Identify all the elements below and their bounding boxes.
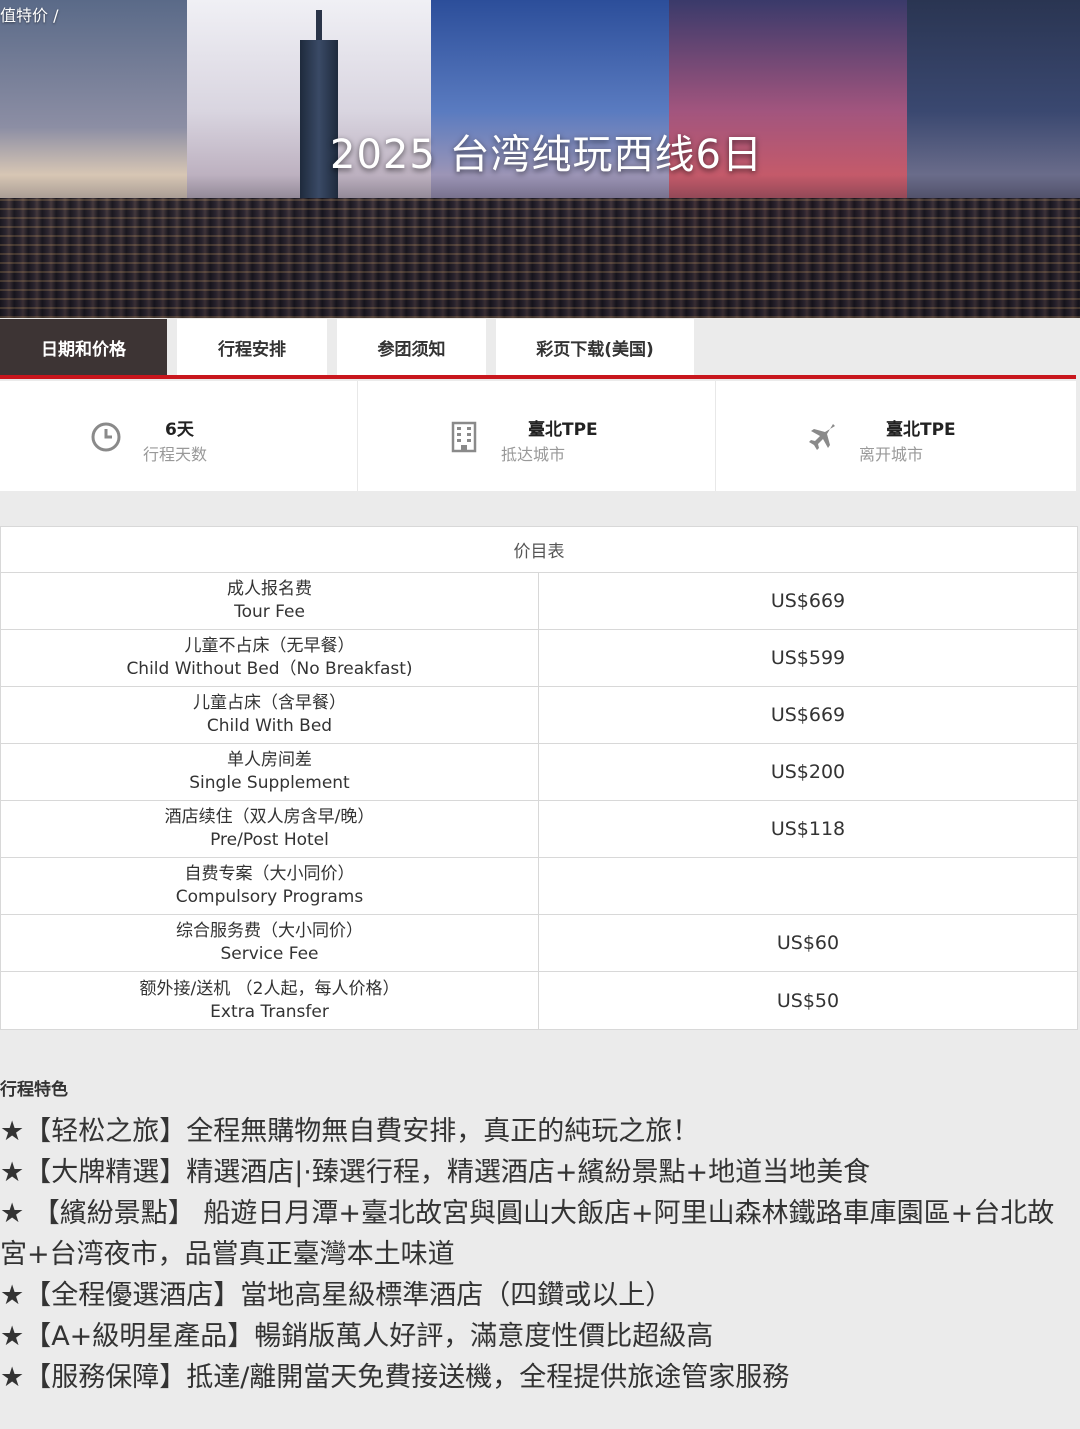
info-days: 6天 行程天数 bbox=[0, 381, 358, 491]
price-item-name-en: Service Fee bbox=[220, 944, 319, 964]
price-value: US$118 bbox=[770, 818, 846, 840]
price-item-name-cn: 儿童不占床（无早餐） bbox=[184, 636, 355, 656]
list-item: ★【A+級明星產品】暢銷版萬人好評，滿意度性價比超級高 bbox=[0, 1321, 714, 1352]
price-item-name: 酒店续住（双人房含早/晚） Pre/Post Hotel bbox=[1, 801, 539, 857]
price-value: US$60 bbox=[776, 932, 840, 954]
clock-icon bbox=[91, 422, 121, 452]
price-item-name-en: Single Supplement bbox=[189, 773, 350, 793]
price-item-name-cn: 单人房间差 bbox=[227, 750, 312, 770]
list-item: ★ 【繽紛景點】 船遊日月潭+臺北故宮與圓山大飯店+阿里山森林鐵路車庫園區+台北… bbox=[0, 1198, 1055, 1270]
trip-days-label: 行程天数 bbox=[143, 445, 208, 464]
price-item-name: 成人报名费 Tour Fee bbox=[1, 573, 539, 629]
price-value bbox=[539, 858, 1077, 914]
tab-dates-prices[interactable]: 日期和价格 bbox=[0, 319, 167, 375]
price-item-name-en: Tour Fee bbox=[234, 602, 305, 622]
list-item: ★【大牌精選】精選酒店|·臻選行程，精選酒店+繽紛景點+地道当地美食 bbox=[0, 1157, 871, 1188]
tab-brochure-download[interactable]: 彩页下载(美国) bbox=[496, 319, 694, 375]
price-item-name-cn: 酒店续住（双人房含早/晚） bbox=[164, 807, 375, 827]
price-item-name-cn: 儿童占床（含早餐） bbox=[193, 693, 346, 713]
departure-city-value: 臺北TPE bbox=[886, 420, 956, 440]
price-item-name-cn: 综合服务费（大小同价） bbox=[176, 921, 363, 941]
price-item-name: 额外接/送机 （2人起，每人价格） Extra Transfer bbox=[1, 972, 539, 1029]
table-row: 额外接/送机 （2人起，每人价格） Extra Transfer US$50 bbox=[1, 972, 1077, 1029]
price-item-name: 儿童占床（含早餐） Child With Bed bbox=[1, 687, 539, 743]
price-table: 价目表 成人报名费 Tour Fee US$669 儿童不占床（无早餐） Chi… bbox=[0, 526, 1078, 1030]
table-row: 儿童占床（含早餐） Child With Bed US$669 bbox=[1, 687, 1077, 744]
city-lights bbox=[0, 198, 1080, 318]
tab-underline bbox=[0, 375, 1076, 379]
price-value: US$669 bbox=[770, 590, 846, 612]
list-item: ★【全程優選酒店】當地高星級標準酒店（四鑽或以上） bbox=[0, 1280, 673, 1311]
price-item-name: 单人房间差 Single Supplement bbox=[1, 744, 539, 800]
price-value: US$599 bbox=[770, 647, 846, 669]
price-item-name: 综合服务费（大小同价） Service Fee bbox=[1, 915, 539, 971]
list-item: ★【服務保障】抵達/離開當天免費接送機，全程提供旅途管家服務 bbox=[0, 1362, 790, 1393]
airplane-icon bbox=[809, 424, 835, 450]
tab-bar: 日期和价格 行程安排 参团须知 彩页下载(美国) bbox=[0, 319, 1080, 377]
hero-banner: 值特价 / 2025 台湾纯玩西线6日 bbox=[0, 0, 1080, 318]
table-row: 自费专案（大小同价） Compulsory Programs bbox=[1, 858, 1077, 915]
table-row: 成人报名费 Tour Fee US$669 bbox=[1, 573, 1077, 630]
price-item-name-en: Compulsory Programs bbox=[175, 887, 364, 907]
arrival-city-label: 抵达城市 bbox=[501, 445, 566, 464]
price-item-name-cn: 额外接/送机 （2人起，每人价格） bbox=[139, 978, 400, 999]
taipei-101-spire bbox=[316, 10, 322, 44]
table-row: 单人房间差 Single Supplement US$200 bbox=[1, 744, 1077, 801]
page-title: 2025 台湾纯玩西线6日 bbox=[330, 132, 763, 178]
price-item-name-en: Pre/Post Hotel bbox=[210, 830, 329, 850]
tab-itinerary[interactable]: 行程安排 bbox=[177, 319, 327, 375]
price-item-name-en: Extra Transfer bbox=[210, 1001, 329, 1022]
table-row: 酒店续住（双人房含早/晚） Pre/Post Hotel US$118 bbox=[1, 801, 1077, 858]
table-row: 综合服务费（大小同价） Service Fee US$60 bbox=[1, 915, 1077, 972]
features-list: ★【轻松之旅】全程無購物無自費安排，真正的純玩之旅！ ★【大牌精選】精選酒店|·… bbox=[0, 1111, 1070, 1398]
price-item-name: 儿童不占床（无早餐） Child Without Bed（No Breakfas… bbox=[1, 630, 539, 686]
price-item-name-cn: 自费专案（大小同价） bbox=[184, 864, 355, 884]
price-item-name-en: Child With Bed bbox=[206, 716, 333, 736]
list-item: ★【轻松之旅】全程無購物無自費安排，真正的純玩之旅！ bbox=[0, 1116, 700, 1147]
price-item-name-en: Child Without Bed（No Breakfast) bbox=[126, 659, 413, 679]
table-row: 儿童不占床（无早餐） Child Without Bed（No Breakfas… bbox=[1, 630, 1077, 687]
price-value: US$669 bbox=[770, 704, 846, 726]
features-title: 行程特色 bbox=[0, 1080, 68, 1100]
departure-city-label: 离开城市 bbox=[859, 445, 924, 464]
price-item-name-cn: 成人报名费 bbox=[227, 579, 312, 599]
breadcrumb[interactable]: 值特价 / bbox=[0, 2, 58, 26]
arrival-city-value: 臺北TPE bbox=[528, 420, 598, 440]
info-departure-city: 臺北TPE 离开城市 bbox=[716, 381, 1074, 491]
info-arrival-city: 臺北TPE 抵达城市 bbox=[358, 381, 716, 491]
price-table-header: 价目表 bbox=[1, 527, 1077, 573]
price-value: US$200 bbox=[770, 761, 846, 783]
trip-days-value: 6天 bbox=[165, 420, 194, 440]
price-item-name: 自费专案（大小同价） Compulsory Programs bbox=[1, 858, 539, 914]
trip-info-row: 6天 行程天数 臺北TPE 抵达城市 臺北TPE 离开城市 bbox=[0, 381, 1076, 491]
tab-notes[interactable]: 参团须知 bbox=[337, 319, 486, 375]
building-icon bbox=[451, 421, 477, 453]
price-value: US$50 bbox=[776, 989, 840, 1012]
